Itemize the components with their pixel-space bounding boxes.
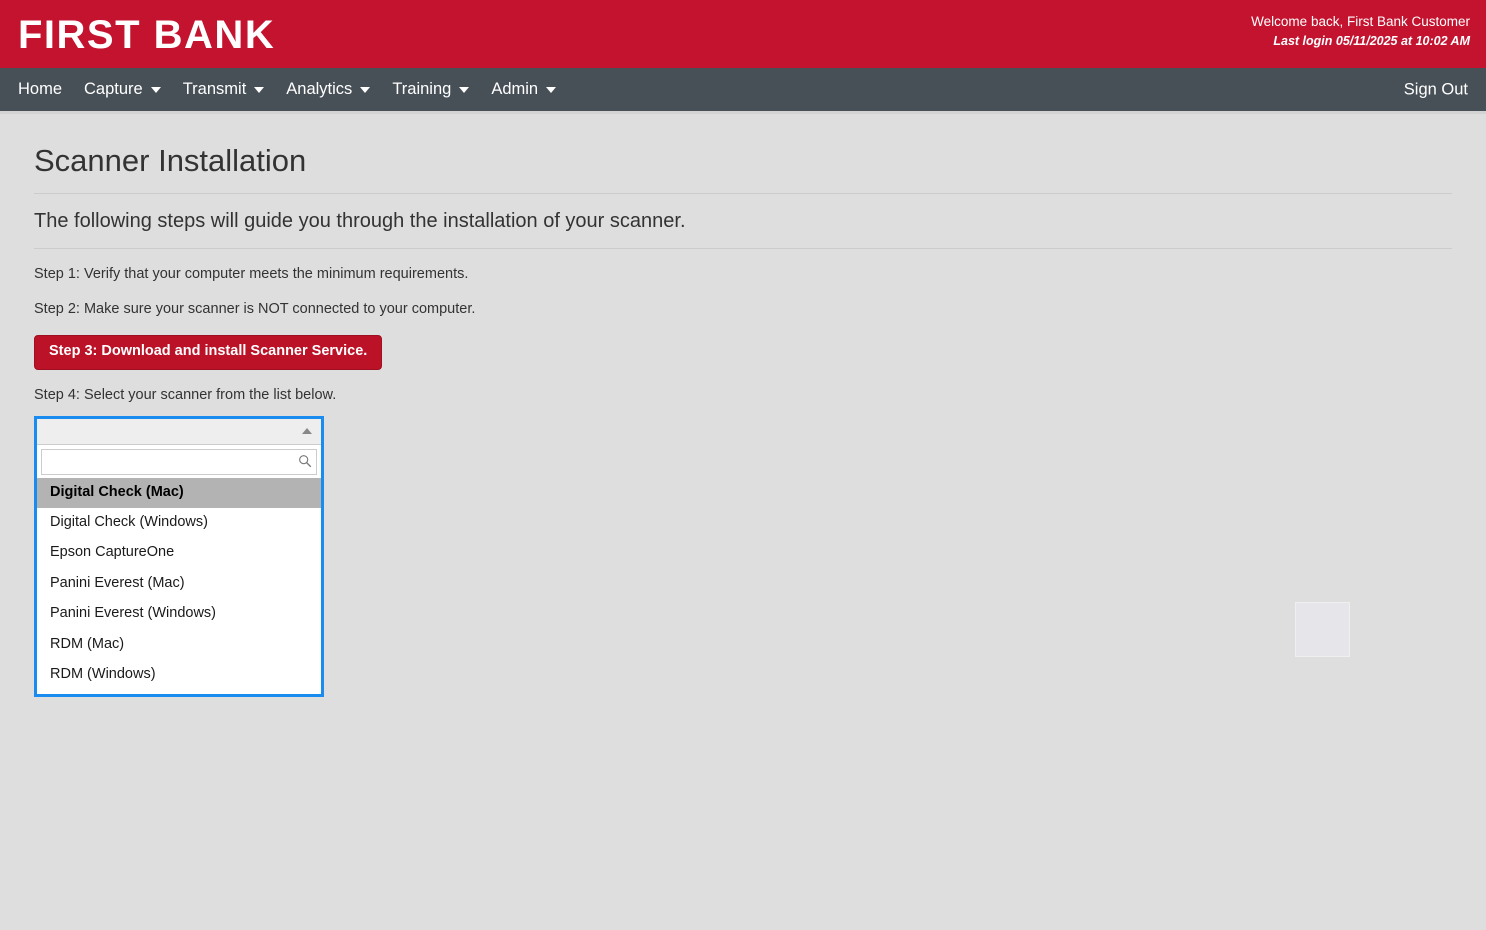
main-navigation: Home Capture Transmit Analytics Training…: [0, 68, 1486, 114]
page-content: Scanner Installation The following steps…: [0, 142, 1486, 698]
chevron-up-icon: [302, 428, 312, 435]
scanner-search-row: [37, 444, 321, 478]
list-item[interactable]: RDM (Windows): [37, 660, 321, 690]
scanner-select-dropdown[interactable]: Digital Check (Mac) Digital Check (Windo…: [34, 415, 324, 698]
chevron-down-icon: [150, 86, 161, 93]
welcome-message: Welcome back, First Bank Customer: [1251, 14, 1470, 29]
scanner-select-container: Digital Check (Mac) Digital Check (Windo…: [34, 415, 324, 698]
nav-item-label: Analytics: [286, 80, 353, 99]
list-item[interactable]: Epson CaptureOne: [37, 538, 321, 568]
nav-item-home[interactable]: Home: [18, 81, 62, 98]
chevron-down-icon: [360, 86, 371, 93]
nav-item-label: Training: [392, 80, 452, 99]
nav-item-label: Admin: [491, 80, 539, 99]
scanner-search-input[interactable]: [41, 448, 317, 475]
scanner-select-toggle[interactable]: [37, 418, 321, 445]
step-2-text: Step 2: Make sure your scanner is NOT co…: [34, 301, 476, 318]
nav-item-label: Transmit: [182, 80, 247, 99]
page-subtitle: The following steps will guide you throu…: [34, 210, 686, 233]
chevron-down-icon: [546, 86, 557, 93]
step-4-text: Step 4: Select your scanner from the lis…: [34, 386, 337, 403]
step-1-text: Step 1: Verify that your computer meets …: [34, 266, 469, 283]
last-login-text: Last login 05/11/2025 at 10:02 AM: [1273, 33, 1470, 48]
list-item[interactable]: Panini Everest (Windows): [37, 599, 321, 629]
installation-steps: Step 1: Verify that your computer meets …: [34, 249, 1452, 698]
chevron-down-icon: [459, 86, 470, 93]
download-scanner-service-button[interactable]: Step 3: Download and install Scanner Ser…: [34, 334, 383, 370]
nav-item-transmit[interactable]: Transmit: [183, 81, 265, 98]
list-item[interactable]: Digital Check (Windows): [37, 508, 321, 538]
nav-item-analytics[interactable]: Analytics: [286, 80, 371, 99]
list-item[interactable]: Digital Check (Mac): [37, 477, 321, 509]
list-item[interactable]: Panini Everest (Mac): [37, 569, 321, 599]
sign-out-link[interactable]: Sign Out: [1404, 80, 1468, 99]
list-item[interactable]: RDM (Mac): [37, 630, 321, 660]
nav-item-training[interactable]: Training: [392, 80, 470, 99]
nav-item-label: Home: [18, 80, 63, 99]
image-placeholder: [1295, 602, 1350, 657]
nav-item-admin[interactable]: Admin: [491, 80, 557, 99]
bank-logo: FIRST BANK: [18, 13, 276, 57]
brand-header: FIRST BANK Welcome back, First Bank Cust…: [0, 0, 1486, 68]
nav-item-label: Capture: [84, 80, 143, 99]
scanner-option-list[interactable]: Digital Check (Mac) Digital Check (Windo…: [37, 477, 321, 695]
nav-item-capture[interactable]: Capture: [84, 81, 161, 98]
page-title: Scanner Installation: [34, 143, 307, 178]
chevron-down-icon: [254, 86, 265, 93]
welcome-block: Welcome back, First Bank Customer Last l…: [1251, 12, 1470, 50]
